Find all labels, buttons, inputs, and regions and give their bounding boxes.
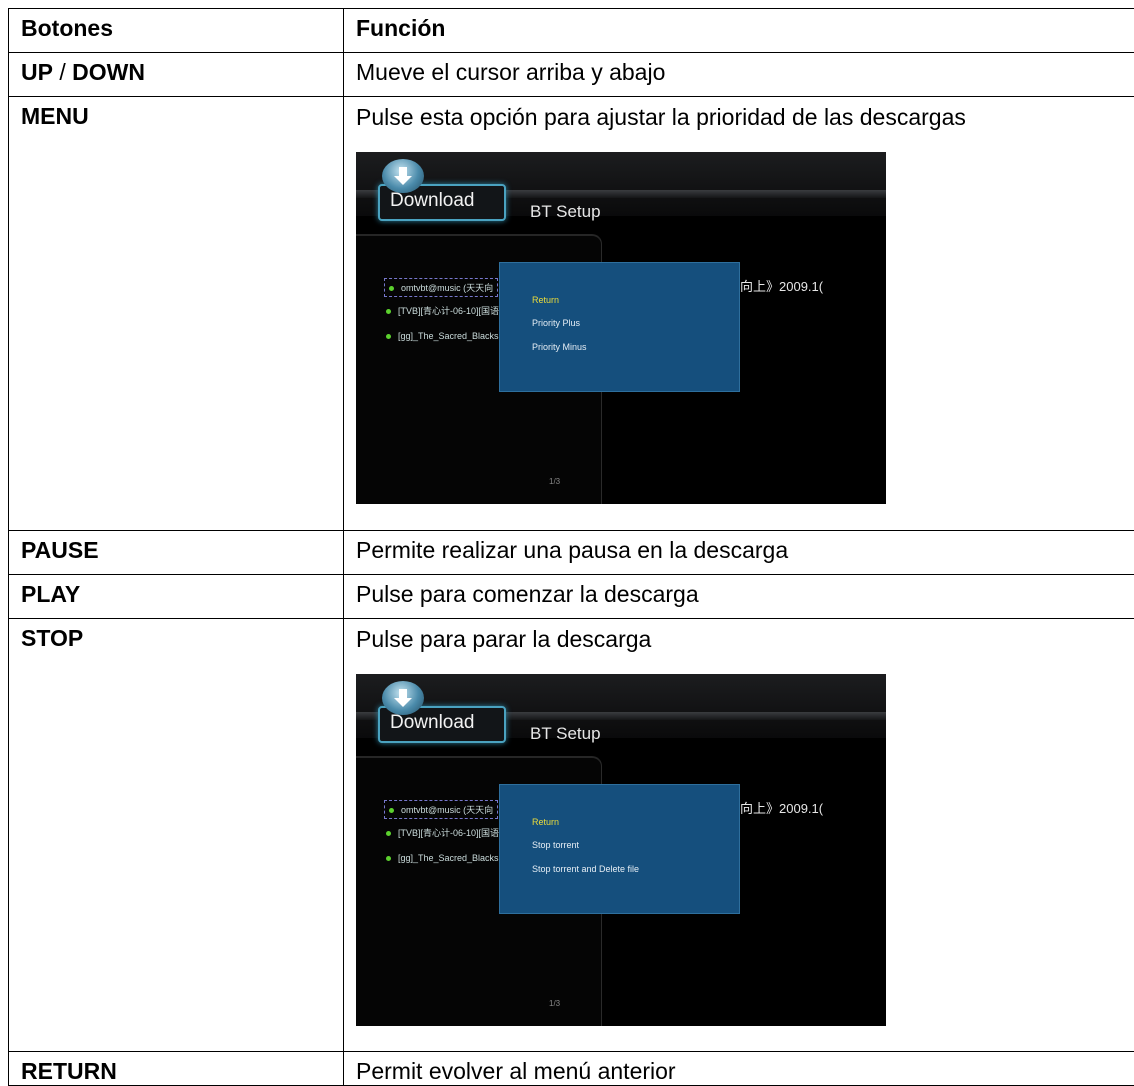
page-indicator: 1/3 [549, 477, 560, 486]
page-indicator: 1/3 [549, 999, 560, 1008]
desc-text: Pulse para parar la descarga [356, 625, 1134, 654]
desc-cell: Mueve el cursor arriba y abajo [344, 53, 1134, 97]
menu-screenshot: Download BT Setup omtvbt@music (天天向 [TVB… [356, 152, 886, 504]
list-item: [gg]_The_Sacred_Blacks [386, 331, 499, 341]
list-item: omtvbt@music (天天向 [384, 278, 498, 297]
key-cell: UP / DOWN [9, 53, 344, 97]
menu-option-stop-and-delete: Stop torrent and Delete file [532, 864, 639, 874]
tab-bt-setup: BT Setup [530, 724, 601, 744]
download-arrow-icon [382, 159, 424, 193]
key-cell: STOP [9, 619, 344, 1052]
download-arrow-icon [382, 681, 424, 715]
header-botones: Botones [9, 9, 344, 53]
header-funcion: Función [344, 9, 1134, 53]
key-up: UP [21, 59, 53, 85]
menu-option-return: Return [532, 817, 559, 827]
key-separator: / [53, 59, 72, 85]
menu-option-return: Return [532, 295, 559, 305]
list-item: [gg]_The_Sacred_Blacks [386, 853, 499, 863]
stop-screenshot: Download BT Setup omtvbt@music (天天向 [TVB… [356, 674, 886, 1026]
priority-popup-menu: Return Priority Plus Priority Minus [499, 262, 740, 392]
key-cell: RETURN [9, 1052, 344, 1086]
list-item: omtvbt@music (天天向 [384, 800, 498, 819]
desc-cell: Permite realizar una pausa en la descarg… [344, 531, 1134, 575]
key-down: DOWN [72, 59, 145, 85]
table-row: STOP Pulse para parar la descarga Downlo… [9, 619, 1134, 1052]
tab-download-label: Download [390, 190, 475, 212]
table-header-row: Botones Función [9, 9, 1134, 53]
desc-cell: Pulse para parar la descarga Download BT… [344, 619, 1134, 1052]
key-cell: MENU [9, 97, 344, 531]
menu-option-priority-minus: Priority Minus [532, 342, 587, 352]
list-item: [TVB][青心计-06-10][国语 [386, 304, 499, 317]
tab-bt-setup: BT Setup [530, 202, 601, 222]
table-row: MENU Pulse esta opción para ajustar la p… [9, 97, 1134, 531]
stop-popup-menu: Return Stop torrent Stop torrent and Del… [499, 784, 740, 914]
item-detail-text: 向上》2009.1( [740, 798, 823, 817]
desc-text: Pulse esta opción para ajustar la priori… [356, 103, 1134, 132]
menu-option-priority-plus: Priority Plus [532, 318, 580, 328]
desc-cell: Pulse para comenzar la descarga [344, 575, 1134, 619]
buttons-function-table: Botones Función UP / DOWN Mueve el curso… [8, 8, 1134, 1086]
desc-cell: Pulse esta opción para ajustar la priori… [344, 97, 1134, 531]
table-row: UP / DOWN Mueve el cursor arriba y abajo [9, 53, 1134, 97]
menu-option-stop-torrent: Stop torrent [532, 840, 579, 850]
key-cell: PLAY [9, 575, 344, 619]
tab-download-label: Download [390, 712, 475, 734]
desc-cell: Permit evolver al menú anterior [344, 1052, 1134, 1086]
list-item: [TVB][青心计-06-10][国语 [386, 826, 499, 839]
item-detail-text: 向上》2009.1( [740, 276, 823, 295]
key-cell: PAUSE [9, 531, 344, 575]
table-row: PAUSE Permite realizar una pausa en la d… [9, 531, 1134, 575]
table-row: PLAY Pulse para comenzar la descarga [9, 575, 1134, 619]
table-row: RETURN Permit evolver al menú anterior [9, 1052, 1134, 1086]
